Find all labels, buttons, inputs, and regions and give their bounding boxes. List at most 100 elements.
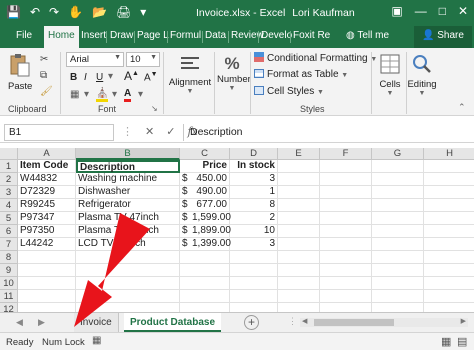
cell[interactable] (320, 264, 372, 277)
tab-home[interactable]: Home (44, 26, 79, 48)
row-header-7[interactable]: 7 (0, 238, 18, 251)
font-color-icon[interactable]: A (124, 88, 132, 102)
cell[interactable] (424, 199, 474, 212)
italic-button[interactable]: I (84, 72, 87, 83)
item-code-cell[interactable]: P97347 (18, 212, 76, 225)
column-header-b[interactable]: B (76, 148, 180, 160)
cells-button[interactable]: Cells ▼ (375, 52, 405, 97)
row-header-1[interactable]: 1 (0, 160, 18, 173)
cell[interactable] (320, 225, 372, 238)
tab-page-layout[interactable]: Page L (137, 30, 169, 41)
editing-button[interactable]: Editing ▼ (406, 52, 438, 97)
header-description[interactable]: Description (76, 160, 180, 173)
tab-file[interactable]: File (16, 30, 32, 41)
cell[interactable] (180, 290, 230, 303)
column-header-e[interactable]: E (278, 148, 320, 160)
description-cell[interactable]: Dishwasher (76, 186, 180, 199)
cell[interactable] (76, 290, 180, 303)
print-icon[interactable]: 🖨 (116, 5, 131, 19)
cell[interactable] (18, 303, 76, 312)
row-header-5[interactable]: 5 (0, 212, 18, 225)
cell[interactable] (230, 290, 278, 303)
cell[interactable] (18, 290, 76, 303)
worksheet-grid[interactable]: ABCDEFGH 1 2 3 4 5 6 7 8 9 10 11 12 Item Code Descri… (0, 148, 474, 312)
cell[interactable] (278, 290, 320, 303)
tell-me-box[interactable]: ◍ Tell me (346, 30, 389, 41)
sheet-tab-product-database[interactable]: Product Database (124, 313, 222, 332)
cell[interactable] (18, 264, 76, 277)
cell[interactable] (372, 199, 424, 212)
cell[interactable] (424, 303, 474, 312)
cell[interactable] (424, 238, 474, 251)
normal-view-icon[interactable]: ▦ (441, 335, 451, 348)
description-cell[interactable]: Plasma TV 50inch (76, 225, 180, 238)
row-header-10[interactable]: 10 (0, 277, 18, 290)
cell[interactable] (320, 160, 372, 173)
cell[interactable] (424, 212, 474, 225)
cell[interactable] (372, 303, 424, 312)
minimize-icon[interactable]: — (415, 4, 427, 18)
cell[interactable] (424, 225, 474, 238)
dropdown-icon[interactable]: ▾ (112, 89, 117, 100)
item-code-cell[interactable]: P97350 (18, 225, 76, 238)
cell[interactable] (372, 160, 424, 173)
description-cell[interactable]: Plasma TV 47inch (76, 212, 180, 225)
price-cell[interactable]: 1,399.00 (190, 238, 231, 251)
dialog-launcher-icon[interactable]: ↘ (151, 104, 158, 113)
cell[interactable] (76, 264, 180, 277)
dropdown-icon[interactable]: ▾ (84, 89, 89, 100)
fill-color-icon[interactable]: ⛪ (96, 88, 109, 102)
item-code-cell[interactable]: R99245 (18, 199, 76, 212)
close-icon[interactable]: ✕ (458, 4, 468, 18)
increase-font-icon[interactable]: A▲ (124, 69, 139, 83)
page-layout-view-icon[interactable]: ▤ (457, 335, 467, 348)
cell[interactable] (320, 290, 372, 303)
cell[interactable] (230, 264, 278, 277)
save-icon[interactable]: 💾 (6, 5, 21, 19)
cell[interactable] (372, 238, 424, 251)
format-painter-icon[interactable]: 🖌 (40, 86, 53, 97)
column-header-g[interactable]: G (372, 148, 424, 160)
header-item-code[interactable]: Item Code (18, 160, 76, 173)
tab-draw[interactable]: Draw (110, 30, 133, 41)
ribbon-display-icon[interactable]: ▣ (391, 4, 402, 18)
formula-input[interactable]: Description (183, 124, 468, 141)
cut-icon[interactable]: ✂ (40, 54, 48, 65)
cell[interactable] (320, 199, 372, 212)
cell[interactable] (320, 173, 372, 186)
header-in-stock[interactable]: In stock (230, 160, 278, 173)
cell[interactable] (372, 264, 424, 277)
cell[interactable] (424, 251, 474, 264)
add-sheet-icon[interactable]: + (244, 315, 259, 330)
scroll-left-icon[interactable]: ◀ (16, 317, 23, 328)
cancel-icon[interactable]: ✕ (145, 125, 154, 138)
description-cell[interactable]: LCD TV 42inch (76, 238, 180, 251)
item-code-cell[interactable]: L44242 (18, 238, 76, 251)
price-cell[interactable]: 490.00 (190, 186, 230, 199)
cell[interactable] (424, 173, 474, 186)
tab-developer[interactable]: Develo (261, 30, 292, 41)
macro-record-icon[interactable]: ▦ (92, 335, 101, 346)
conditional-formatting-button[interactable]: Conditional Formatting ▼ (254, 52, 377, 64)
row-header-6[interactable]: 6 (0, 225, 18, 238)
column-header-a[interactable]: A (18, 148, 76, 160)
column-header-h[interactable]: H (424, 148, 474, 160)
name-box[interactable]: B1 (4, 124, 114, 141)
horizontal-scrollbar[interactable]: ◀ ▶ (300, 318, 468, 327)
tab-formulas[interactable]: Formul (170, 30, 201, 41)
cell[interactable] (372, 251, 424, 264)
format-as-table-button[interactable]: Format as Table ▼ (254, 69, 348, 80)
cell[interactable] (320, 238, 372, 251)
cell[interactable] (320, 212, 372, 225)
in-stock-cell[interactable]: 2 (230, 212, 278, 225)
cell[interactable] (278, 186, 320, 199)
in-stock-cell[interactable]: 3 (230, 238, 278, 251)
cell[interactable] (180, 264, 230, 277)
cell[interactable] (278, 199, 320, 212)
cell[interactable] (230, 251, 278, 264)
open-icon[interactable]: 📂 (92, 5, 107, 19)
description-cell[interactable]: Refrigerator (76, 199, 180, 212)
in-stock-cell[interactable]: 1 (230, 186, 278, 199)
copy-icon[interactable]: ⧉ (40, 70, 47, 81)
share-button[interactable]: 👤 Share (414, 26, 472, 48)
